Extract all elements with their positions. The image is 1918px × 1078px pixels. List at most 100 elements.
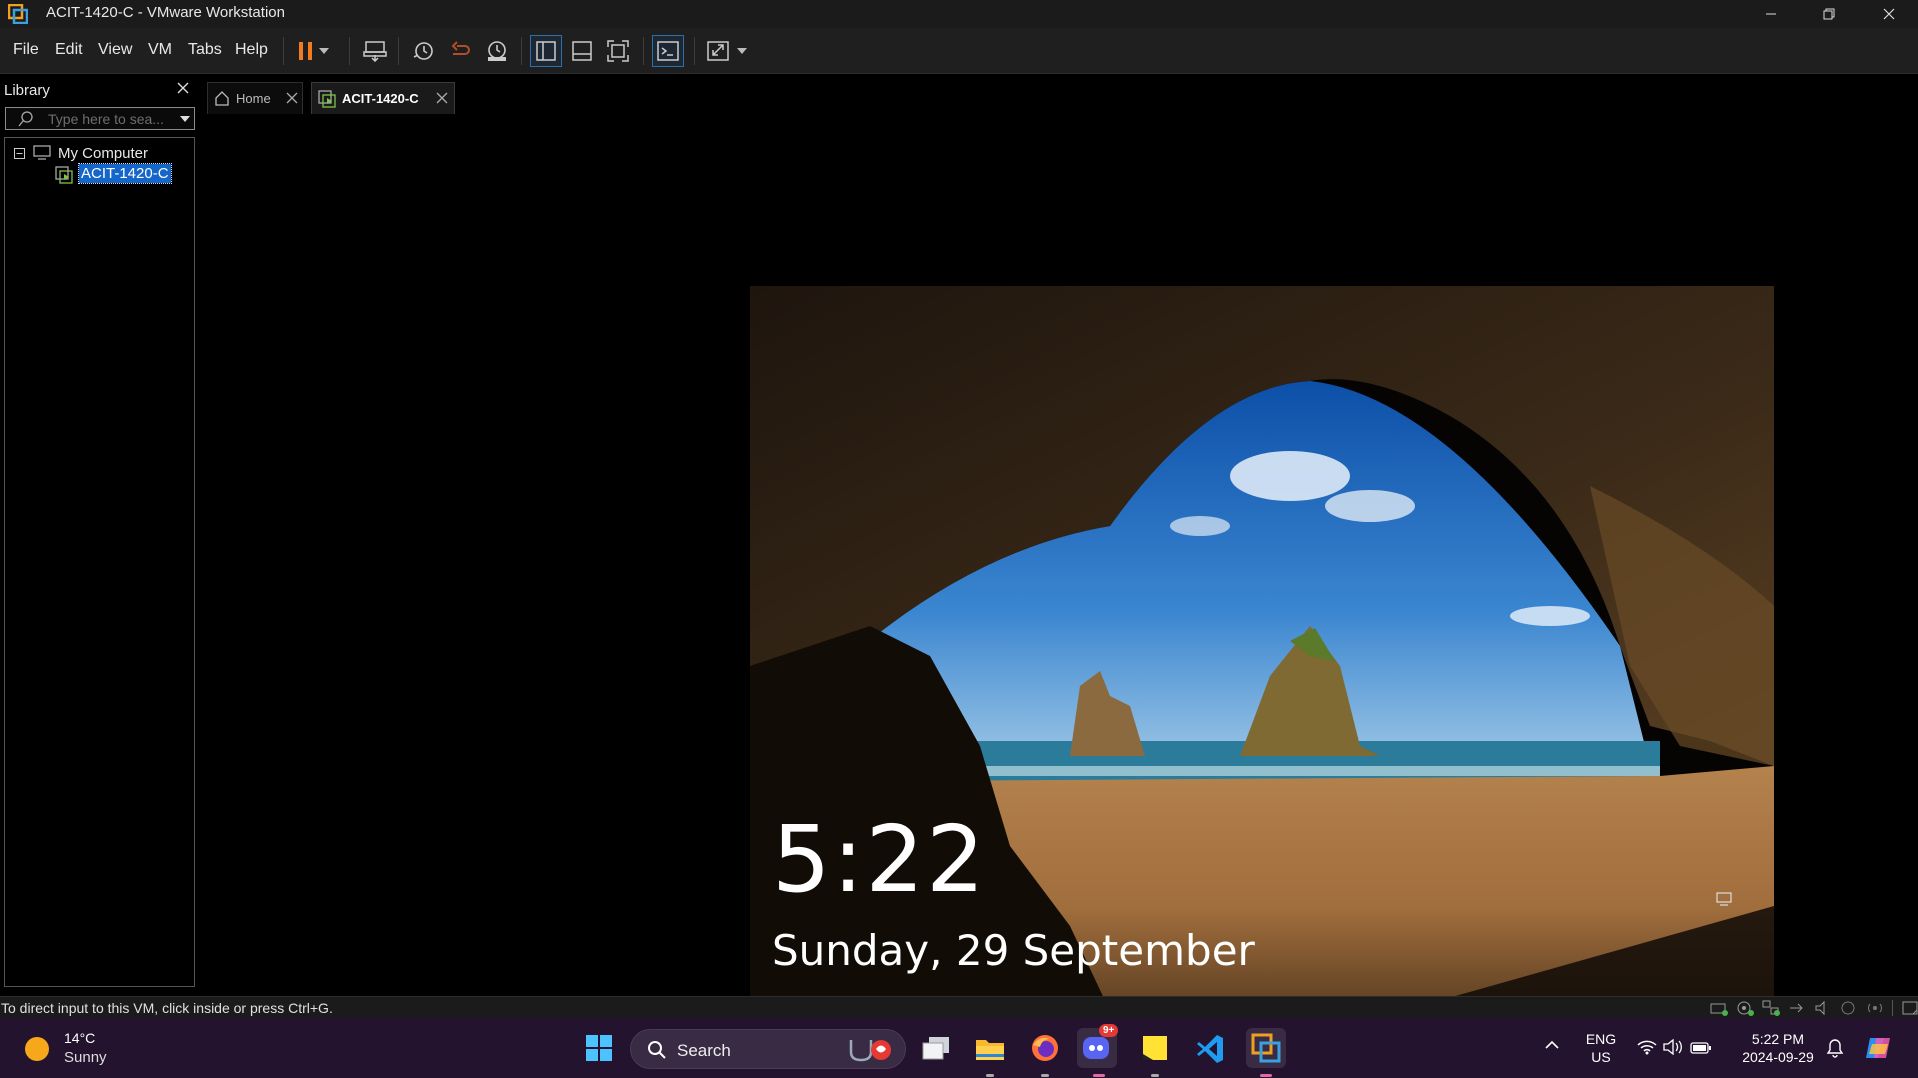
discord-badge: 9+ [1099,1024,1119,1037]
language-line1: ENG [1585,1031,1617,1047]
clock-time: 5:22 PM [1751,1031,1805,1047]
search-icon [647,1040,667,1060]
menu-vm[interactable]: VM [148,41,172,59]
menu-toolbar [0,28,1918,74]
dropdown-icon[interactable] [316,36,332,66]
tab-strip: Home ACIT-1420-C [201,75,1918,115]
thumbnail-view-icon[interactable] [567,36,597,66]
computer-icon [33,145,51,161]
device-icons [1710,1000,1918,1016]
battery-icon[interactable] [1690,1039,1712,1055]
search-icon [18,111,34,127]
vm-lockscreen[interactable]: 5:22 Sunday, 29 September [750,286,1774,1054]
running-indicator [1093,1074,1105,1077]
library-search-input[interactable]: Type here to sea... [5,107,195,130]
weather-icon[interactable] [24,1036,50,1062]
tab-vm-label: ACIT-1420-C [342,91,419,106]
library-tree: My Computer ACIT-1420-C [4,137,195,987]
toolbar-separator [349,37,350,65]
usb-icon[interactable] [1788,1000,1806,1016]
sound-card-icon[interactable] [1814,1000,1832,1016]
hard-disk-icon[interactable] [1710,1000,1728,1016]
vm-display-area[interactable]: 5:22 Sunday, 29 September [201,116,1918,1054]
language-line2: US [1591,1049,1611,1065]
menu-tabs[interactable]: Tabs [188,41,222,59]
library-view-icon[interactable] [530,35,562,67]
taskbar: 14°C Sunny Search 9+ ENG US 5:22 PM 2024… [0,1018,1918,1078]
stretch-icon[interactable] [703,36,733,66]
close-button[interactable] [1860,0,1918,28]
file-explorer-icon[interactable] [970,1028,1010,1068]
start-icon[interactable] [579,1028,619,1068]
toolbar-separator [521,37,522,65]
library-search-placeholder: Type here to sea... [48,111,164,127]
title-bar: ACIT-1420-C - VMware Workstation [0,0,1918,28]
vmware-icon[interactable] [1246,1028,1286,1068]
menu-view[interactable]: View [98,41,132,59]
lockscreen-clock: 5:22 [772,806,987,913]
network-adapter-icon[interactable] [1762,1000,1780,1016]
status-separator [1892,1000,1893,1016]
console-icon[interactable] [652,35,684,67]
library-header: Library [4,82,50,99]
accessibility-icon[interactable] [1716,892,1732,906]
firefox-icon[interactable] [1025,1028,1065,1068]
vm-icon [318,90,336,108]
revert-snapshot-icon[interactable] [445,36,475,66]
toolbar-separator [694,37,695,65]
task-view-icon[interactable] [916,1028,956,1068]
fullscreen-icon[interactable] [603,36,633,66]
tree-my-computer[interactable]: My Computer [58,145,148,162]
message-log-icon[interactable] [1901,1000,1918,1016]
taskbar-clock[interactable]: 5:22 PM 2024-09-29 [1733,1030,1823,1066]
home-icon [214,90,230,106]
weather-condition[interactable]: Sunny [64,1049,107,1066]
printer-icon[interactable] [1840,1000,1858,1016]
tree-vm-item[interactable]: ACIT-1420-C [78,163,172,184]
library-panel: Library Type here to sea... My Computer … [0,75,199,993]
running-indicator [1260,1074,1272,1077]
menu-file[interactable]: File [13,41,39,59]
clock-date: 2024-09-29 [1742,1049,1814,1065]
menu-edit[interactable]: Edit [55,41,83,59]
menu-help[interactable]: Help [235,41,268,59]
weather-temp[interactable]: 14°C [64,1030,95,1046]
show-hidden-icons-icon[interactable] [1545,1040,1559,1050]
tree-vm-label: ACIT-1420-C [78,163,172,184]
cd-dvd-icon[interactable] [1736,1000,1754,1016]
taskbar-search-label: Search [677,1041,731,1060]
notification-bell-icon[interactable] [1826,1038,1844,1058]
status-bar: To direct input to this VM, click inside… [0,996,1918,1018]
tab-home-label: Home [236,91,271,106]
vscode-icon[interactable] [1190,1028,1230,1068]
close-library-icon[interactable] [176,81,190,95]
running-indicator [1041,1074,1049,1077]
vmware-logo-icon[interactable] [8,4,28,24]
copilot-icon[interactable] [1864,1034,1894,1062]
window-title: ACIT-1420-C - VMware Workstation [46,4,285,21]
toolbar-separator [398,37,399,65]
display-icon[interactable] [1866,1000,1884,1016]
discord-icon[interactable]: 9+ [1077,1024,1119,1068]
volume-icon[interactable] [1663,1039,1683,1055]
chevron-down-icon[interactable] [180,116,190,122]
toolbar-separator [283,37,284,65]
stretch-dropdown-icon[interactable] [734,36,750,66]
minimize-button[interactable] [1742,0,1800,28]
send-ctrl-alt-del-icon[interactable] [360,36,390,66]
collapse-icon[interactable] [14,148,25,159]
restore-button[interactable] [1800,0,1858,28]
language-indicator[interactable]: ENG US [1583,1030,1619,1066]
tab-vm[interactable]: ACIT-1420-C [311,82,455,114]
snapshot-icon[interactable] [408,36,438,66]
tab-home[interactable]: Home [207,82,303,114]
sticky-notes-icon[interactable] [1135,1028,1175,1068]
close-tab-icon[interactable] [436,92,448,104]
toolbar-separator [643,37,644,65]
close-tab-icon[interactable] [286,92,298,104]
vm-icon [55,166,73,184]
running-indicator [1151,1074,1159,1077]
taskbar-search[interactable]: Search [630,1029,906,1069]
wifi-icon[interactable] [1637,1039,1657,1055]
snapshot-manager-icon[interactable] [482,36,512,66]
